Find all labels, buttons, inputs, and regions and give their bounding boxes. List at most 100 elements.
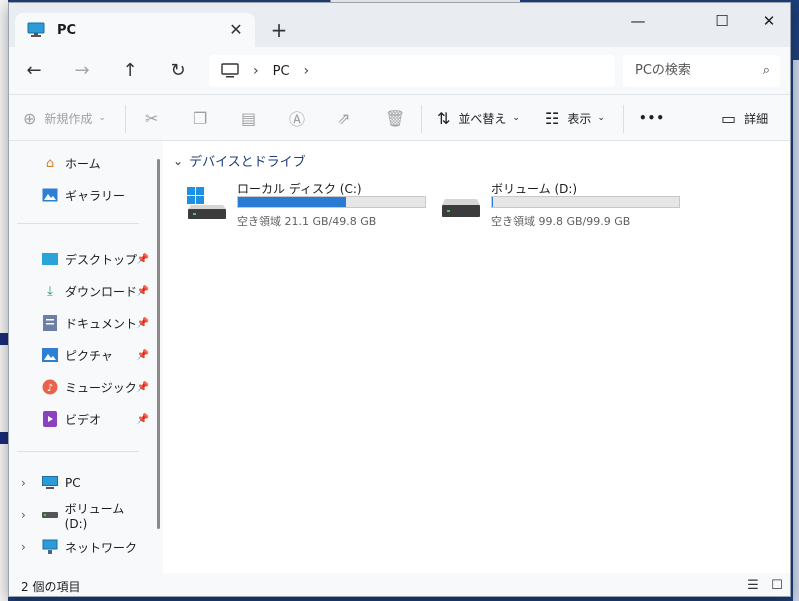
details-pane-button[interactable]: ▭ 詳細	[721, 103, 768, 133]
sidebar-item-home[interactable]: ⌂ ホーム	[17, 149, 149, 177]
sidebar-item-documents[interactable]: ドキュメント 📌	[17, 309, 149, 337]
sidebar-item-label: PC	[65, 476, 81, 490]
network-icon	[41, 539, 59, 555]
chevron-down-icon: ⌄	[597, 113, 605, 123]
sort-icon: ⇅	[437, 108, 451, 128]
pin-icon[interactable]: 📌	[137, 318, 149, 329]
sidebar-item-pictures[interactable]: ピクチャ 📌	[17, 341, 149, 369]
view-list-icon: ☷	[545, 108, 560, 128]
sidebar-item-label: ビデオ	[65, 412, 102, 427]
trash-icon: 🗑	[385, 108, 406, 128]
cut-button[interactable]: ✂	[145, 103, 166, 133]
breadcrumb-chevron[interactable]: ›	[253, 63, 259, 79]
view-button[interactable]: ☷ 表示 ⌄	[545, 103, 605, 133]
share-icon: ⇗	[337, 108, 351, 128]
videos-folder-icon	[41, 411, 59, 427]
home-icon: ⌂	[45, 155, 55, 171]
tiles-view-icon[interactable]: ☐	[767, 576, 787, 596]
details-label: 詳細	[744, 111, 769, 126]
breadcrumb-chevron[interactable]: ›	[304, 63, 310, 79]
search-icon[interactable]: ⌕	[763, 55, 770, 87]
more-options-button[interactable]: •••	[639, 103, 665, 133]
group-header-devices[interactable]: ⌄ デバイスとドライブ	[173, 151, 306, 171]
chevron-down-icon[interactable]: ⌄	[173, 154, 183, 168]
close-window-button[interactable]: ✕	[746, 3, 790, 39]
rename-button[interactable]: Ⓐ	[289, 103, 313, 133]
desktop-edge	[793, 60, 799, 601]
navigation-bar: ← → ↑ ↻ › PC › PCの検索 ⌕	[9, 47, 790, 95]
chevron-down-icon: ⌄	[512, 113, 520, 123]
sort-button[interactable]: ⇅ 並べ替え ⌄	[437, 103, 520, 133]
plus-circle-icon: ⊕	[23, 108, 37, 128]
address-bar[interactable]: › PC ›	[209, 55, 615, 87]
rename-icon: Ⓐ	[289, 110, 306, 129]
search-input[interactable]: PCの検索 ⌕	[623, 55, 780, 87]
back-button[interactable]: ←	[19, 57, 49, 85]
drive-free-space: 空き領域 21.1 GB/49.8 GB	[237, 215, 377, 228]
new-label: 新規作成	[44, 111, 93, 126]
sidebar-item-videos[interactable]: ビデオ 📌	[17, 405, 149, 433]
system-drive-icon	[187, 187, 226, 219]
new-button[interactable]: ⊕ 新規作成 ⌄	[23, 103, 106, 133]
svg-text:♪: ♪	[47, 383, 53, 394]
drive-name: ボリューム (D:)	[491, 182, 578, 196]
forward-button[interactable]: →	[67, 57, 97, 85]
paste-icon: ▤	[241, 108, 257, 128]
title-bar: PC ✕ + — ☐ ✕	[9, 3, 790, 47]
drive-name: ローカル ディスク (C:)	[237, 182, 362, 196]
drive-item-d[interactable]: ボリューム (D:) 空き領域 99.8 GB/99.9 GB	[441, 177, 691, 229]
delete-button[interactable]: 🗑	[385, 103, 413, 133]
sidebar-item-network[interactable]: › ネットワーク	[17, 533, 149, 561]
sidebar-item-label: ドキュメント	[65, 316, 138, 331]
divider	[623, 105, 624, 133]
details-pane-icon: ▭	[721, 108, 737, 128]
pin-icon[interactable]: 📌	[137, 254, 149, 265]
pictures-folder-icon	[41, 347, 59, 363]
file-list-area: ⌄ デバイスとドライブ ローカル ディスク (C:) 空き領域 21.1 GB/…	[163, 141, 790, 573]
pin-icon[interactable]: 📌	[137, 414, 149, 425]
copy-button[interactable]: ❐	[193, 103, 215, 133]
breadcrumb-pc[interactable]: PC	[273, 64, 290, 79]
chevron-right-icon[interactable]: ›	[21, 476, 26, 490]
paste-button[interactable]: ▤	[241, 103, 264, 133]
chevron-down-icon: ⌄	[98, 113, 106, 123]
refresh-button[interactable]: ↻	[163, 57, 193, 85]
sidebar-item-label: ホーム	[65, 156, 101, 171]
sidebar-divider	[17, 451, 139, 452]
sidebar-divider	[17, 223, 139, 224]
search-placeholder: PCの検索	[635, 63, 691, 78]
close-tab-button[interactable]: ✕	[225, 19, 247, 41]
documents-folder-icon	[41, 315, 59, 331]
monitor-icon	[41, 475, 59, 491]
sidebar-item-downloads[interactable]: ⤓ ダウンロード 📌	[17, 277, 149, 305]
divider	[125, 105, 126, 133]
sidebar-item-desktop[interactable]: デスクトップ 📌	[17, 245, 149, 273]
new-tab-button[interactable]: +	[265, 17, 293, 45]
sidebar-item-label: ネットワーク	[65, 540, 138, 555]
minimize-button[interactable]: —	[615, 3, 661, 39]
scrollbar-thumb[interactable]	[157, 159, 160, 529]
drive-free-space: 空き領域 99.8 GB/99.9 GB	[491, 215, 631, 228]
tab-pc[interactable]: PC ✕	[15, 13, 255, 47]
sidebar-item-music[interactable]: ♪ ミュージック 📌	[17, 373, 149, 401]
drive-icon	[41, 507, 59, 523]
navigation-pane-scrollbar[interactable]	[155, 141, 163, 573]
sidebar-item-gallery[interactable]: ギャラリー	[17, 181, 149, 209]
gallery-icon	[41, 187, 59, 203]
maximize-button[interactable]: ☐	[699, 3, 745, 39]
share-button[interactable]: ⇗	[337, 103, 358, 133]
sidebar-item-volume-d[interactable]: › ボリューム (D:)	[17, 501, 149, 531]
sidebar-item-pc[interactable]: › PC	[17, 469, 149, 497]
up-button[interactable]: ↑	[115, 57, 145, 85]
drive-item-c[interactable]: ローカル ディスク (C:) 空き領域 21.1 GB/49.8 GB	[187, 177, 437, 229]
sidebar-item-label: ピクチャ	[65, 348, 113, 363]
view-label: 表示	[567, 111, 592, 126]
sidebar-item-label: ボリューム (D:)	[64, 501, 125, 531]
chevron-right-icon[interactable]: ›	[21, 508, 26, 522]
details-view-icon[interactable]: ☰	[743, 576, 763, 596]
pin-icon[interactable]: 📌	[137, 286, 149, 297]
chevron-right-icon[interactable]: ›	[21, 540, 26, 554]
pin-icon[interactable]: 📌	[137, 350, 149, 361]
pin-icon[interactable]: 📌	[137, 382, 149, 393]
background-window-edge	[0, 0, 8, 601]
